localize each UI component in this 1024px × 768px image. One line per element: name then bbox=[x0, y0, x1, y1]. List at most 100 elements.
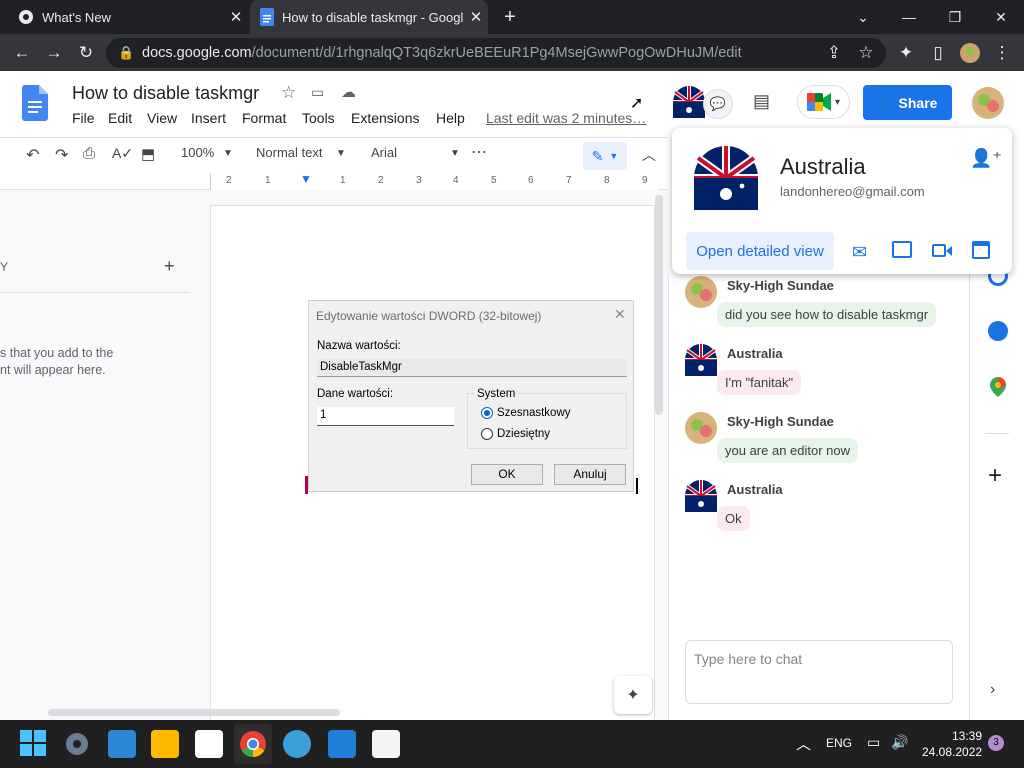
radio-dec-icon bbox=[481, 428, 493, 440]
email-icon[interactable]: ✉ bbox=[852, 242, 867, 263]
address-bar[interactable]: 🔒 docs.google.com/document/d/1rhgnalqQT3… bbox=[106, 38, 886, 68]
text-cursor bbox=[636, 478, 638, 494]
last-edit-link[interactable]: Last edit was 2 minutes… bbox=[486, 110, 646, 126]
menu-view[interactable]: View bbox=[147, 110, 177, 126]
browser-app-icon[interactable] bbox=[283, 730, 311, 758]
clock-time[interactable]: 13:39 bbox=[952, 729, 982, 743]
maps-icon[interactable] bbox=[990, 377, 1006, 397]
browser-tab-strip: What's New ✕ How to disable taskmgr - Go… bbox=[0, 0, 1024, 34]
store-icon[interactable] bbox=[195, 730, 223, 758]
language-indicator[interactable]: ENG bbox=[826, 736, 852, 750]
tab-whats-new[interactable]: What's New ✕ bbox=[8, 0, 248, 34]
new-tab-button[interactable]: + bbox=[498, 5, 522, 29]
chrome-icon[interactable] bbox=[239, 730, 267, 758]
ok-button: OK bbox=[471, 464, 543, 485]
meet-button[interactable]: ▾ bbox=[797, 85, 850, 119]
side-panel-icon[interactable]: ▯ bbox=[925, 40, 951, 66]
print-icon[interactable]: ⎙ bbox=[83, 145, 95, 162]
cloud-saved-icon[interactable]: ☁ bbox=[341, 83, 356, 101]
bookmark-star-icon[interactable]: ☆ bbox=[853, 40, 879, 66]
menu-help[interactable]: Help bbox=[436, 110, 465, 126]
ruler-tick: 4 bbox=[453, 175, 459, 186]
collaborator-avatar-australia[interactable] bbox=[673, 86, 705, 118]
more-options-icon[interactable]: ⋯ bbox=[471, 142, 487, 162]
network-icon[interactable]: ▭ bbox=[867, 734, 880, 751]
restore-button[interactable]: ❐ bbox=[932, 0, 978, 34]
close-tab-icon[interactable]: ✕ bbox=[224, 5, 248, 29]
registry-dialog-image[interactable]: Edytowanie wartości DWORD (32-bitowej) ✕… bbox=[308, 300, 634, 492]
chevron-down-icon: ▼ bbox=[609, 151, 619, 161]
add-summary-icon[interactable]: + bbox=[164, 256, 175, 277]
message-text: Ok bbox=[717, 506, 750, 531]
reload-icon[interactable]: ↻ bbox=[73, 40, 99, 66]
menu-extensions[interactable]: Extensions bbox=[351, 110, 419, 126]
chevron-up-icon[interactable]: ︿ bbox=[796, 733, 811, 754]
message-sender: Australia bbox=[727, 482, 783, 497]
tab-google-doc[interactable]: How to disable taskmgr - Google ✕ bbox=[250, 0, 488, 34]
chevron-down-icon: ▼ bbox=[450, 148, 460, 159]
spellcheck-icon[interactable]: A✓ bbox=[112, 145, 133, 162]
indent-marker-icon[interactable]: ▼ bbox=[300, 172, 312, 186]
font-select[interactable]: Arial bbox=[371, 145, 397, 160]
notification-badge[interactable]: 3 bbox=[988, 735, 1004, 751]
undo-icon[interactable]: ↶ bbox=[26, 145, 39, 165]
file-explorer-icon[interactable] bbox=[151, 730, 179, 758]
lock-icon: 🔒 bbox=[118, 45, 135, 60]
horizontal-scrollbar[interactable] bbox=[48, 709, 340, 716]
style-select[interactable]: Normal text bbox=[256, 145, 322, 160]
chat-input[interactable]: Type here to chat bbox=[685, 640, 953, 704]
calendar-icon[interactable] bbox=[972, 241, 990, 259]
minimize-button[interactable]: — bbox=[886, 0, 932, 34]
value-data-field: 1 bbox=[317, 407, 454, 426]
close-icon: ✕ bbox=[614, 306, 626, 322]
share-page-icon[interactable]: ⇪ bbox=[821, 40, 847, 66]
document-title[interactable]: How to disable taskmgr bbox=[72, 83, 259, 104]
add-person-icon[interactable]: 👤⁺ bbox=[970, 148, 1002, 169]
puzzle-app-icon[interactable] bbox=[328, 730, 356, 758]
vertical-scrollbar[interactable] bbox=[655, 195, 663, 415]
settings-icon[interactable] bbox=[63, 730, 91, 758]
clock-date[interactable]: 24.08.2022 bbox=[922, 745, 982, 759]
docs-favicon-icon bbox=[260, 8, 274, 26]
menu-tools[interactable]: Tools bbox=[302, 110, 335, 126]
paint-format-icon[interactable]: ⬒ bbox=[141, 145, 155, 163]
paint-app-icon[interactable] bbox=[372, 730, 400, 758]
redo-icon[interactable]: ↷ bbox=[55, 145, 68, 165]
explore-icon[interactable]: ✦ bbox=[614, 676, 652, 714]
comments-icon[interactable]: ▤ bbox=[753, 91, 770, 112]
meet-icon bbox=[806, 93, 831, 111]
video-call-icon[interactable] bbox=[932, 244, 946, 257]
menu-file[interactable]: File bbox=[72, 110, 95, 126]
forward-icon[interactable]: → bbox=[41, 40, 67, 66]
account-avatar[interactable] bbox=[972, 87, 1004, 119]
close-tab-icon[interactable]: ✕ bbox=[464, 5, 488, 29]
menu-edit[interactable]: Edit bbox=[108, 110, 132, 126]
notepad-icon[interactable] bbox=[108, 730, 136, 758]
menu-format[interactable]: Format bbox=[242, 110, 286, 126]
star-icon[interactable]: ☆ bbox=[281, 83, 296, 103]
collapse-menus-icon[interactable]: ︿ bbox=[642, 145, 656, 165]
expand-panel-icon[interactable]: › bbox=[990, 681, 995, 699]
profile-avatar[interactable] bbox=[957, 40, 983, 66]
ruler[interactable]: 2 1 ▼ 1 2 3 4 5 6 7 8 9 bbox=[0, 172, 668, 190]
zoom-select[interactable]: 100% bbox=[181, 145, 214, 160]
move-folder-icon[interactable]: ▭ bbox=[311, 84, 324, 101]
menu-insert[interactable]: Insert bbox=[191, 110, 226, 126]
docs-logo-icon[interactable] bbox=[22, 85, 48, 121]
close-window-button[interactable]: ✕ bbox=[978, 0, 1024, 34]
share-button[interactable]: 👤 Share bbox=[863, 85, 952, 120]
editing-mode-button[interactable]: ✎ ▼ bbox=[583, 142, 627, 170]
chat-icon[interactable] bbox=[892, 241, 912, 258]
add-addon-icon[interactable]: + bbox=[988, 462, 1002, 490]
start-icon[interactable] bbox=[20, 730, 48, 758]
contacts-icon[interactable]: 👤 bbox=[988, 321, 1008, 341]
extensions-icon[interactable]: ✦ bbox=[893, 40, 919, 66]
chrome-menu-icon[interactable]: ⋮ bbox=[989, 40, 1015, 66]
avatar bbox=[685, 276, 717, 308]
volume-icon[interactable]: 🔊 bbox=[891, 734, 908, 751]
tab-search-icon[interactable]: ⌄ bbox=[840, 0, 886, 34]
open-detailed-view-button[interactable]: Open detailed view bbox=[686, 232, 834, 270]
chat-bubble-icon[interactable]: 💬 bbox=[703, 89, 733, 119]
cancel-button: Anuluj bbox=[554, 464, 626, 485]
back-icon[interactable]: ← bbox=[9, 40, 35, 66]
